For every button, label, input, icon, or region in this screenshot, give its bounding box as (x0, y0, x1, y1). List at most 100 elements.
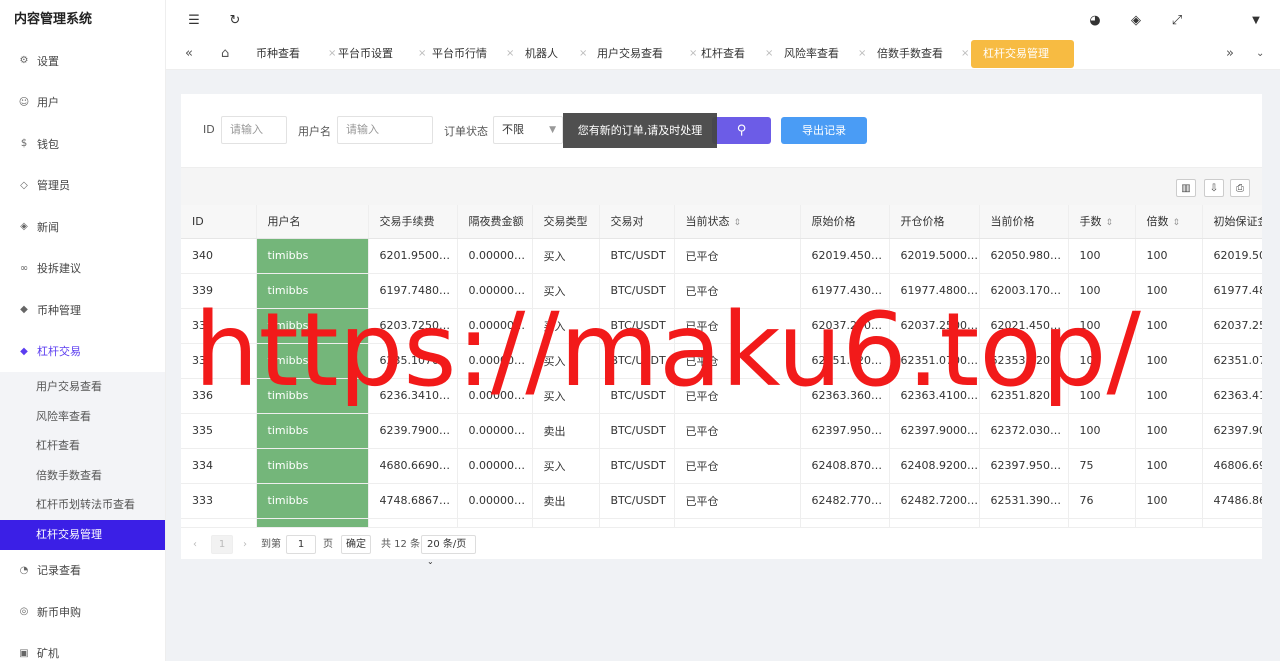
print-icon[interactable]: ⎙ (1230, 179, 1250, 197)
sort-icon[interactable]: ⇕ (734, 218, 742, 228)
table-row[interactable]: 333 timibbs 4748.686720… 0.00000000 卖出 BTC/US… (181, 483, 1262, 519)
table-cell: 76 (1068, 483, 1136, 519)
prev-page-icon[interactable]: ‹ (193, 535, 197, 555)
submenu-item[interactable]: 风险率查看 (0, 402, 165, 432)
tab-item[interactable]: 机器人 × (525, 40, 587, 68)
username-input[interactable]: 请输入 (337, 116, 433, 144)
column-header[interactable]: 原始价格 (800, 205, 890, 239)
sidebar-item-user-sidebar.items1[interactable]: ☺ 用户 (0, 82, 165, 124)
submenu-item[interactable]: 倍数手数查看 (0, 461, 165, 491)
sidebar-item-shield-sidebar.items3[interactable]: ◇ 管理员 (0, 165, 165, 207)
table-row[interactable]: 340 timibbs 6201.950000… 0.00000000 买入 BTC/US… (181, 238, 1262, 274)
page-size-select[interactable]: 20 条/页 ⌄ (421, 535, 476, 566)
table-row[interactable]: 338 timibbs 6203.725000… 0.00000000 买入 BTC/US… (181, 308, 1262, 344)
close-icon[interactable]: × (689, 40, 697, 68)
goto-page-input[interactable]: 1 (286, 535, 316, 554)
table-cell: 62363.41000… (889, 378, 980, 414)
column-header-label: 交易手续费 (379, 215, 435, 229)
table-row[interactable]: 337 timibbs 6235.107000… 0.00000000 买入 BTC/US… (181, 343, 1262, 379)
submenu-item[interactable]: 用户交易查看 (0, 372, 165, 402)
sort-icon[interactable]: ⇕ (1173, 218, 1181, 228)
menu-collapse-icon[interactable]: ☰ (186, 12, 202, 28)
search-button[interactable]: ⚲ (712, 117, 771, 144)
palette-icon[interactable]: ◕ (1087, 12, 1103, 28)
column-header[interactable]: ID (181, 205, 257, 239)
column-header[interactable]: 用户名 (256, 205, 369, 239)
close-icon[interactable]: × (961, 40, 969, 68)
close-icon[interactable]: × (765, 40, 773, 68)
sidebar-item-label: 设置 (37, 54, 59, 68)
sidebar-item-diamond-sidebar.items6[interactable]: ◆ 币种管理 (0, 289, 165, 331)
sidebar-item-diamond-sidebar.items7[interactable]: ◆ 杠杆交易 (0, 331, 165, 373)
tag-icon[interactable]: ◈ (1128, 12, 1144, 28)
sidebar-item-clock-sidebar.items_after0[interactable]: ◔ 记录查看 (0, 550, 165, 592)
table-cell: 62531.39000… (979, 483, 1069, 519)
sidebar-item-tag-sidebar.items4[interactable]: ◈ 新闻 (0, 206, 165, 248)
column-header[interactable]: 开仓价格 (889, 205, 980, 239)
column-header[interactable]: 手数 ⇕ (1068, 205, 1136, 239)
column-header[interactable]: 初始保证金 (1202, 205, 1262, 239)
home-tab-icon[interactable]: ⌂ (221, 40, 229, 68)
export-button[interactable]: 导出记录 (781, 117, 867, 144)
table-cell: 100 (1135, 273, 1203, 309)
submenu-item[interactable]: 杠杆交易管理 (0, 519, 165, 550)
table-row[interactable]: 339 timibbs 6197.748000… 0.00000000 买入 BTC/US… (181, 273, 1262, 309)
tab-active[interactable]: 杠杆交易管理 (971, 40, 1074, 68)
next-page-icon[interactable]: › (243, 535, 247, 555)
refresh-icon[interactable]: ↻ (227, 12, 243, 28)
confirm-button[interactable]: 确定 (341, 535, 371, 554)
tabs-scroll-right-icon[interactable]: » (1226, 40, 1234, 68)
column-header[interactable]: 隔夜费金额 (457, 205, 533, 239)
column-header[interactable]: 交易类型 (532, 205, 600, 239)
tab-item[interactable]: 倍数手数查看 × (877, 40, 969, 68)
user-dropdown-icon[interactable]: ▼ (1248, 12, 1264, 28)
table-row[interactable] (181, 518, 1262, 527)
close-icon[interactable]: × (418, 40, 426, 68)
close-icon[interactable]: × (858, 40, 866, 68)
status-select[interactable]: 不限 ▼ (493, 116, 563, 144)
sidebar-item-link-sidebar.items5[interactable]: ∞ 投拆建议 (0, 248, 165, 290)
table-cell: 100 (1068, 413, 1136, 449)
tab-item[interactable]: 风险率查看 × (784, 40, 866, 68)
export-icon[interactable]: ⇩ (1204, 179, 1224, 197)
current-page-button[interactable]: 1 (211, 535, 233, 554)
columns-filter-icon[interactable]: ▥ (1176, 179, 1196, 197)
data-table: ID 用户名 交易手续费 隔夜费金额 交易类型 交易对 当前状态 ⇕ 原始价格 开仓价格 当前价格 手… (181, 205, 1262, 527)
table-cell: 333 (181, 483, 257, 519)
tab-label: 平台币行情 (432, 47, 487, 60)
column-header-label: 倍数 (1146, 215, 1169, 229)
sidebar-item-globe-sidebar.items_after1[interactable]: ◎ 新币申购 (0, 591, 165, 633)
table-cell: 买入 (532, 273, 600, 309)
column-header[interactable]: 倍数 ⇕ (1135, 205, 1203, 239)
table-cell (674, 518, 801, 527)
table-row[interactable]: 336 timibbs 6236.341000… 0.00000000 买入 BTC/US… (181, 378, 1262, 414)
close-icon[interactable]: × (328, 40, 336, 68)
tab-label: 机器人 (525, 47, 558, 60)
close-icon[interactable]: × (506, 40, 514, 68)
close-icon[interactable]: × (579, 40, 587, 68)
sidebar-item-cube-sidebar.items_after2[interactable]: ▣ 矿机 (0, 633, 165, 661)
tabs-scroll-left-icon[interactable]: « (185, 40, 193, 68)
tab-item[interactable]: 平台币行情 × (432, 40, 514, 68)
fullscreen-icon[interactable]: ⤢ (1169, 12, 1185, 28)
submenu-item[interactable]: 杠杆币划转法币查看 (0, 490, 165, 520)
submenu-item[interactable]: 杠杆查看 (0, 431, 165, 461)
tab-item[interactable]: 币种查看 × (256, 40, 336, 68)
table-cell: 334 (181, 448, 257, 484)
column-header[interactable]: 交易对 (599, 205, 675, 239)
tab-item[interactable]: 用户交易查看 × (597, 40, 697, 68)
column-header[interactable]: 交易手续费 (368, 205, 458, 239)
table-row[interactable]: 334 timibbs 4680.669000… 0.00000000 买入 BTC/US… (181, 448, 1262, 484)
tab-item[interactable]: 平台币设置 × (338, 40, 426, 68)
column-header[interactable]: 当前价格 (979, 205, 1069, 239)
wallet-icon: $ (20, 138, 28, 150)
table-row[interactable]: 335 timibbs 6239.790000… 0.00000000 卖出 BTC/US… (181, 413, 1262, 449)
column-header[interactable]: 当前状态 ⇕ (674, 205, 801, 239)
sidebar-item-gear-sidebar.items0[interactable]: ⚙ 设置 (0, 40, 165, 82)
sort-icon[interactable]: ⇕ (1106, 218, 1114, 228)
tab-item[interactable]: 杠杆查看 × (701, 40, 773, 68)
sidebar-item-wallet-sidebar.items2[interactable]: $ 钱包 (0, 123, 165, 165)
tabs-menu-icon[interactable]: ⌄ (1256, 40, 1264, 68)
id-input[interactable]: 请输入 (221, 116, 287, 144)
table-cell (979, 518, 1069, 527)
